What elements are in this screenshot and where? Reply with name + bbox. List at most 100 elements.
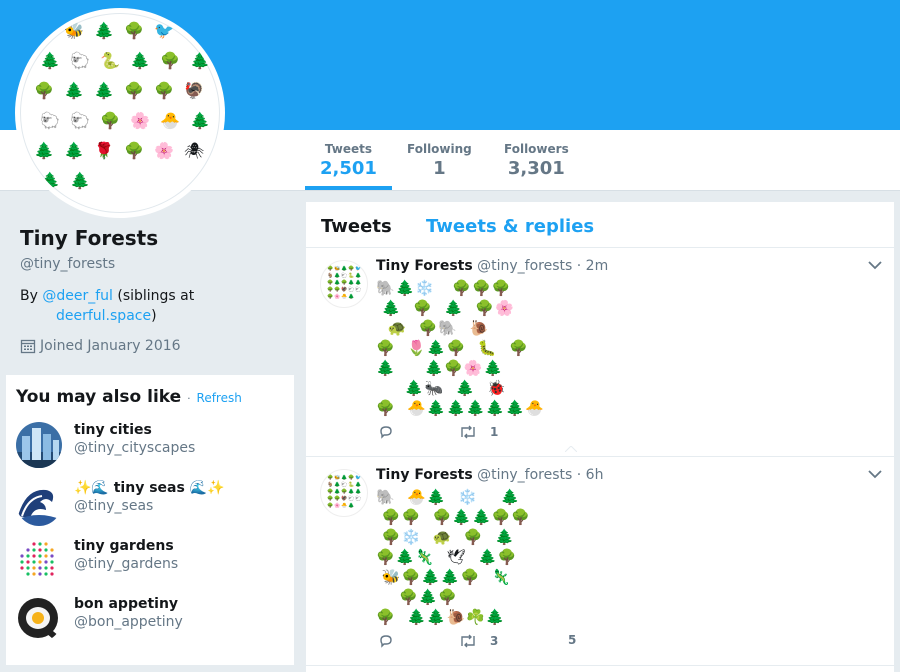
suggestion-name[interactable]: bon appetiny bbox=[74, 596, 178, 612]
profile-joined: Joined January 2016 bbox=[20, 338, 290, 354]
tweet-line: 🌲 🌲🌳🌸🌲 bbox=[376, 359, 504, 377]
retweet-icon bbox=[461, 425, 475, 439]
avatar-glyph: 🐑 bbox=[348, 496, 355, 502]
avatar-glyph: 🌲 bbox=[341, 266, 348, 272]
tweet-author-name[interactable]: Tiny Forests bbox=[376, 467, 473, 483]
reply-button[interactable] bbox=[378, 424, 406, 440]
like-button[interactable]: 5 bbox=[568, 633, 576, 647]
suggestion-item[interactable]: tiny gardens @tiny_gardens bbox=[16, 538, 286, 588]
avatar-glyph: 🌳 bbox=[327, 503, 334, 509]
avatar-glyph: 🐑 bbox=[355, 287, 362, 293]
retweet-button[interactable]: 1 bbox=[458, 424, 498, 440]
tweet-avatar[interactable]: 🌳 🐝 🌲 🌳 🐦 🐐 🌲 🐑 🐍 🌲 🌳 🌲 🌳 🌲 🌲 🌳 🌳 🦃 🐑 🐑 🌳 🌸 🐣 🌲 bbox=[320, 469, 368, 517]
suggestion-avatar-tiny-gardens[interactable] bbox=[16, 538, 62, 584]
tweet-author-handle[interactable]: @tiny_forests bbox=[477, 258, 572, 274]
suggestion-avatar-bon-appetiny[interactable] bbox=[16, 596, 62, 642]
avatar-glyph: 🐝 bbox=[64, 21, 84, 40]
tweet-author-name[interactable]: Tiny Forests bbox=[376, 258, 473, 274]
avatar-glyph: 🌳 bbox=[327, 489, 334, 495]
retweet-button[interactable]: 3 bbox=[458, 633, 498, 649]
garden-dot bbox=[50, 566, 54, 570]
tweet-timestamp[interactable]: · 6h bbox=[577, 467, 604, 483]
tweet-item[interactable]: 🌳 🐝 🌲 🌳 🐦 🐐 🌲 🐑 🐍 🌲 🌳 🌲 🌳 🌲 🌲 🌳 🌳 🦃 🐑 🐑 🌳 🌸 🐣 🌲 Tiny Forests @t… bbox=[306, 457, 894, 666]
avatar-glyph: 🌸 bbox=[334, 503, 341, 509]
avatar-glyph: 🐝 bbox=[334, 475, 341, 481]
garden-dot bbox=[38, 548, 42, 552]
avatar-glyph: 🌳 bbox=[34, 81, 54, 100]
tweet-timestamp[interactable]: · 2m bbox=[577, 258, 608, 274]
stat-following[interactable]: Following 1 bbox=[407, 142, 472, 179]
garden-dot bbox=[26, 560, 30, 564]
tweet-author-handle[interactable]: @tiny_forests bbox=[477, 467, 572, 483]
tweet-timeline: Tweets Tweets & replies 🌳 🐝 🌲 🌳 🐦 🐐 🌲 🐑 🐍 🌲 🌳 🌲 🌳 🌲 🌲 🌳… bbox=[306, 202, 894, 672]
stat-followers[interactable]: Followers 3,301 bbox=[504, 142, 569, 179]
tweet-line: 🐝🌳🌲🌲🌳 🦎 bbox=[376, 568, 512, 586]
refresh-link[interactable]: Refresh bbox=[197, 391, 242, 405]
avatar-glyph: 🌳 bbox=[348, 475, 355, 481]
tweet-line: 🐘 🐣🌲 ❄️ 🌲 bbox=[376, 488, 521, 506]
bio-suffix: ) bbox=[151, 308, 157, 324]
tweet-actions: 1 bbox=[378, 424, 678, 444]
avatar-glyph: 🌳 bbox=[124, 141, 144, 160]
suggestion-avatar-tiny-seas[interactable] bbox=[16, 480, 62, 526]
bio-link-deer-ful[interactable]: @deer_ful bbox=[42, 288, 113, 304]
avatar-glyph: 🌹 bbox=[94, 141, 114, 160]
suggestion-item[interactable]: bon appetiny @bon_appetiny bbox=[16, 596, 286, 646]
like-count: 5 bbox=[568, 633, 577, 647]
avatar-glyph: 🐣 bbox=[341, 294, 348, 300]
avatar-glyph: 🌳 bbox=[124, 21, 144, 40]
garden-dot bbox=[20, 560, 24, 564]
bio-link-deerful-space[interactable]: deerful.space bbox=[56, 308, 151, 324]
chevron-down-icon[interactable] bbox=[868, 467, 882, 483]
avatar-glyph: 🌸 bbox=[334, 294, 341, 300]
suggestion-name[interactable]: tiny gardens bbox=[74, 538, 174, 554]
avatar-glyph: 🌸 bbox=[154, 141, 174, 160]
garden-icon bbox=[16, 538, 62, 584]
tweet-line: 🌳❄️ 🐢 🌳 🌲 bbox=[376, 528, 515, 546]
tweet-line: 🌳 🐣🌲🌲🌲🌲🌲🐣 bbox=[376, 399, 545, 417]
avatar-glyph: 🌳 bbox=[327, 280, 334, 286]
tweet-line: 🐘🌲❄️ 🌳🌳🌳 bbox=[376, 279, 512, 297]
avatar-glyph: 🐍 bbox=[348, 482, 355, 488]
avatar-glyph: 🌳 bbox=[348, 266, 355, 272]
reply-button[interactable] bbox=[378, 633, 406, 649]
suggestion-name[interactable]: ✨🌊 tiny seas 🌊✨ bbox=[74, 480, 225, 496]
chevron-down-icon[interactable] bbox=[868, 258, 882, 274]
stat-followers-label: Followers bbox=[504, 142, 569, 156]
avatar-glyph: 🌲 bbox=[40, 171, 60, 190]
suggestion-name[interactable]: tiny cities bbox=[74, 422, 152, 438]
avatar-glyph: 🌲 bbox=[348, 489, 355, 495]
avatar-glyph: 🐑 bbox=[341, 273, 348, 279]
suggestion-avatar-tiny-cities[interactable] bbox=[16, 422, 62, 468]
avatar-glyph: 🐦 bbox=[154, 21, 174, 40]
frying-pan-egg-icon bbox=[16, 596, 62, 642]
tweet-line: 🌳🌳 🌳🌲🌲🌳🌳 bbox=[376, 508, 532, 526]
tweet-avatar[interactable]: 🌳 🐝 🌲 🌳 🐦 🐐 🌲 🐑 🐍 🌲 🌳 🌲 🌳 🌲 🌲 🌳 🌳 🦃 🐑 🐑 🌳 🌸 🐣 🌲 bbox=[320, 260, 368, 308]
garden-dot bbox=[32, 542, 36, 546]
wave-icon bbox=[16, 480, 62, 526]
tweet-item[interactable]: 🌳 🐝 🌲 🌳 🐦 🐐 🌲 🐑 🐍 🌲 🌳 🌲 🌳 🌲 🌲 🌳 🌳 🦃 🐑 🐑 🌳 🌸 🐣 🌲 Tiny Forests @t… bbox=[306, 248, 894, 457]
suggestion-item[interactable]: tiny cities @tiny_cityscapes bbox=[16, 422, 286, 472]
avatar-glyph: 🐦 bbox=[355, 266, 362, 272]
garden-dot bbox=[50, 560, 54, 564]
tab-tweets[interactable]: Tweets bbox=[321, 216, 392, 237]
timeline-tabs: Tweets Tweets & replies bbox=[306, 202, 894, 248]
avatar-glyph: 🌳 bbox=[327, 266, 334, 272]
suggestion-handle: @tiny_cityscapes bbox=[74, 440, 196, 456]
avatar-glyph: 🌲 bbox=[190, 111, 210, 130]
reply-icon bbox=[380, 635, 392, 648]
avatar-glyph: 🐐 bbox=[184, 21, 204, 40]
garden-dot bbox=[32, 572, 36, 576]
suggestion-item[interactable]: ✨🌊 tiny seas 🌊✨ @tiny_seas bbox=[16, 480, 286, 530]
avatar-glyph: 🌲 bbox=[348, 503, 355, 509]
profile-bio: By @deer_ful (siblings at deerful.space) bbox=[20, 286, 290, 326]
profile-avatar[interactable]: 🌳 🐝 🌲 🌳 🐦 🐐 🌲 🐑 🐍 🌲 🌳 🌲 🌳 🌲 🌲 🌳 🌳 🦃 🐑 🐑 🌳 🌸 🐣 🌲 🌲 🌲 🌹 🌳 🌸 🕷 🌲 🌲 bbox=[20, 13, 220, 213]
profile-handle: @tiny_forests bbox=[20, 256, 116, 272]
stat-tweets[interactable]: Tweets 2,501 bbox=[320, 142, 377, 179]
tab-tweets-and-replies[interactable]: Tweets & replies bbox=[426, 216, 594, 237]
avatar-glyph: 🌳 bbox=[154, 81, 174, 100]
suggestion-handle: @tiny_gardens bbox=[74, 556, 179, 572]
avatar-glyph: 🌳 bbox=[34, 21, 54, 40]
garden-dot bbox=[50, 548, 54, 552]
avatar-glyph: 🌲 bbox=[355, 489, 362, 495]
